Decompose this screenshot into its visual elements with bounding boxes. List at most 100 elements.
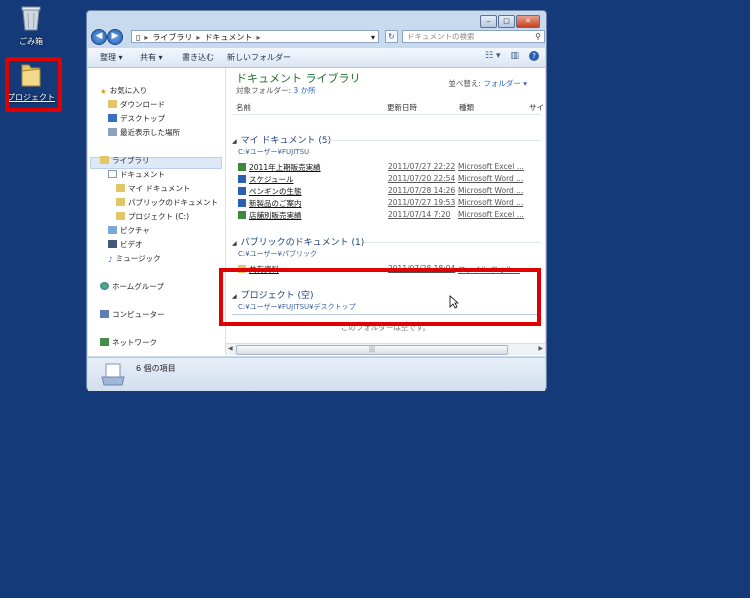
- nav-public-documents-label: パブリックのドキュメント: [128, 198, 218, 207]
- file-date: 2011/07/20 22:54: [388, 174, 456, 183]
- nav-homegroup[interactable]: ホームグループ: [100, 281, 164, 292]
- file-name: ペンギンの生態: [249, 187, 302, 196]
- nav-desktop-label: デスクトップ: [120, 114, 165, 123]
- file-date: 2011/07/28 14:26: [388, 186, 456, 195]
- nav-homegroup-label: ホームグループ: [112, 282, 164, 291]
- scroll-left-icon[interactable]: ◀: [228, 345, 233, 352]
- nav-public-documents[interactable]: パブリックのドキュメント: [116, 197, 218, 208]
- downloads-folder-icon: [108, 100, 117, 108]
- folder-icon: [116, 184, 125, 192]
- refresh-icon: ↻: [388, 32, 395, 41]
- nav-favorites[interactable]: ★ お気に入り: [100, 85, 147, 96]
- nav-pictures-label: ピクチャ: [120, 226, 150, 235]
- scroll-right-icon[interactable]: ▶: [538, 345, 543, 352]
- new-folder-button[interactable]: 新しいフォルダー: [227, 52, 291, 63]
- file-type: Microsoft Word ...: [458, 174, 524, 183]
- nav-documents[interactable]: ドキュメント: [108, 169, 165, 180]
- nav-libraries[interactable]: ライブラリ: [100, 155, 150, 166]
- search-input[interactable]: ドキュメントの検索 ⚲: [402, 30, 545, 43]
- navigation-pane: ★ お気に入り ダウンロード デスクトップ 最近表示した場所 ライブラリ ドキュメ…: [88, 68, 226, 356]
- breadcrumb-documents[interactable]: ドキュメント: [204, 33, 252, 42]
- file-type: Microsoft Excel ...: [458, 210, 524, 219]
- videos-icon: [108, 240, 117, 248]
- recycle-bin-icon[interactable]: ごみ箱: [6, 4, 56, 47]
- word-file-icon: [238, 187, 246, 195]
- arrange-dropdown[interactable]: フォルダー ▾: [483, 79, 527, 88]
- preview-pane-icon[interactable]: ▥: [510, 51, 519, 61]
- breadcrumb-libraries[interactable]: ライブラリ: [152, 33, 192, 42]
- nav-desktop[interactable]: デスクトップ: [108, 113, 165, 124]
- nav-computer[interactable]: コンピューター: [100, 309, 165, 320]
- file-type: Microsoft Word ...: [458, 198, 524, 207]
- word-file-icon: [238, 199, 246, 207]
- file-name: スケジュール: [249, 175, 294, 184]
- file-row[interactable]: スケジュール 2011/07/20 22:54 Microsoft Word ...: [238, 174, 538, 185]
- recycle-bin-graphic: [21, 6, 41, 31]
- search-icon[interactable]: ⚲: [535, 31, 541, 43]
- column-date[interactable]: 更新日時: [387, 102, 417, 113]
- documents-icon: [108, 170, 117, 178]
- refresh-button[interactable]: ↻: [385, 30, 398, 43]
- nav-videos[interactable]: ビデオ: [108, 239, 143, 250]
- file-type: Microsoft Excel ...: [458, 162, 524, 171]
- file-name: 新製品のご案内: [249, 199, 302, 208]
- mouse-cursor-icon: [449, 295, 459, 309]
- network-icon: [100, 338, 109, 346]
- minimize-button[interactable]: ‒: [480, 15, 497, 28]
- share-button[interactable]: 共有 ▾: [140, 52, 163, 63]
- collapse-arrow-icon: ◢: [232, 240, 237, 247]
- target-prefix: 対象フォルダー:: [236, 86, 294, 95]
- address-bar[interactable]: ▯ ▸ ライブラリ ▸ ドキュメント ▸ ▾: [131, 30, 379, 43]
- group-path: C:¥ユーザー¥パブリック: [238, 250, 318, 258]
- column-size[interactable]: サイ: [529, 102, 544, 113]
- scroll-thumb[interactable]: |||: [236, 345, 508, 355]
- excel-file-icon: [238, 211, 246, 219]
- collapse-arrow-icon: ◢: [232, 138, 237, 145]
- file-row[interactable]: 2011年上期販売実績 2011/07/27 22:22 Microsoft Exc…: [238, 162, 538, 173]
- burn-button[interactable]: 書き込む: [182, 52, 214, 63]
- nav-my-documents[interactable]: マイ ドキュメント: [116, 183, 190, 194]
- group-header-public-documents[interactable]: ◢ パブリックのドキュメント (1): [232, 235, 364, 248]
- highlight-desktop-project: [5, 57, 62, 112]
- file-row[interactable]: ペンギンの生態 2011/07/28 14:26 Microsoft Word ..…: [238, 186, 538, 197]
- nav-recent[interactable]: 最近表示した場所: [108, 127, 180, 138]
- item-count: 6 個の項目: [136, 364, 176, 373]
- group-divider: [326, 140, 541, 141]
- homegroup-icon: [100, 282, 109, 290]
- forward-button[interactable]: ▶: [107, 29, 123, 45]
- nav-videos-label: ビデオ: [120, 240, 143, 249]
- window-caption-buttons: ‒ □ ✕: [480, 15, 540, 28]
- file-row[interactable]: 店舗別販売実績 2011/07/14 7:20 Microsoft Excel ..…: [238, 210, 538, 221]
- command-bar: 整理 ▾ 共有 ▾ 書き込む 新しいフォルダー ☷ ▾ ▥ ?: [88, 48, 545, 68]
- pictures-icon: [108, 226, 117, 234]
- group-header-my-documents[interactable]: ◢ マイ ドキュメント (5): [232, 133, 331, 146]
- organize-button[interactable]: 整理 ▾: [100, 52, 123, 63]
- nav-recent-label: 最近表示した場所: [120, 128, 180, 137]
- nav-music[interactable]: ♪ ミュージック: [108, 253, 161, 264]
- back-button[interactable]: ◀: [91, 29, 107, 45]
- header-divider: [232, 114, 541, 115]
- file-row[interactable]: 新製品のご案内 2011/07/27 19:53 Microsoft Word ..…: [238, 198, 538, 209]
- group-path: C:¥ユーザー¥FUJITSU: [238, 148, 310, 156]
- folder-icon: [116, 198, 125, 206]
- explorer-window: ‒ □ ✕ ◀ ▶ ▯ ▸ ライブラリ ▸ ドキュメント ▸ ▾ ↻ ドキュメントの検索 …: [86, 10, 547, 391]
- library-title: ドキュメント ライブラリ: [236, 72, 361, 85]
- file-type: Microsoft Word ...: [458, 186, 524, 195]
- help-icon[interactable]: ?: [529, 51, 539, 61]
- nav-network[interactable]: ネットワーク: [100, 337, 157, 348]
- libraries-icon: [100, 156, 109, 164]
- column-name[interactable]: 名前: [236, 102, 251, 113]
- search-placeholder: ドキュメントの検索: [407, 32, 475, 41]
- close-button[interactable]: ✕: [516, 15, 540, 28]
- folder-small-icon: ▯: [136, 33, 141, 42]
- view-options-icon[interactable]: ☷ ▾: [485, 51, 500, 61]
- maximize-button[interactable]: □: [498, 15, 515, 28]
- address-dropdown-icon[interactable]: ▾: [371, 31, 375, 44]
- target-count-link[interactable]: 3 か所: [293, 86, 315, 95]
- column-type[interactable]: 種類: [459, 102, 474, 113]
- nav-downloads[interactable]: ダウンロード: [108, 99, 165, 110]
- nav-pictures[interactable]: ピクチャ: [108, 225, 150, 236]
- nav-project-c[interactable]: プロジェクト (C:): [116, 211, 189, 222]
- computer-icon: [100, 310, 109, 318]
- horizontal-scrollbar[interactable]: ◀ ||| ▶: [226, 343, 545, 355]
